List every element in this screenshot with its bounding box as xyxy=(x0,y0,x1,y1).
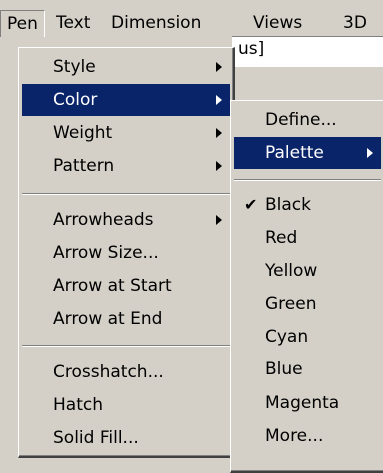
color-item-more-label: More... xyxy=(265,426,324,446)
color-item-cyan-label: Cyan xyxy=(265,327,309,347)
menu-views[interactable]: Views xyxy=(247,10,308,36)
menu-text[interactable]: Text xyxy=(50,10,96,36)
menu-item-style-label: Style xyxy=(53,57,96,77)
menu-item-crosshatch-label: Crosshatch... xyxy=(53,362,164,382)
menu-item-define-label: Define... xyxy=(265,110,337,130)
color-item-more[interactable]: More... xyxy=(234,420,381,452)
color-item-magenta[interactable]: Magenta xyxy=(234,387,381,419)
background-field-text: us] xyxy=(238,39,265,59)
color-item-green-label: Green xyxy=(265,294,317,314)
menu-item-solid-fill-label: Solid Fill... xyxy=(53,428,139,448)
menu-separator xyxy=(22,193,230,195)
menu-pen[interactable]: Pen xyxy=(0,10,45,37)
menu-item-weight[interactable]: Weight xyxy=(22,117,230,149)
menu-3d[interactable]: 3D xyxy=(337,10,373,36)
color-item-red[interactable]: Red xyxy=(234,222,381,254)
background-field: us] xyxy=(232,36,383,67)
submenu-arrow-icon xyxy=(216,161,222,171)
menu-item-arrow-size[interactable]: Arrow Size... xyxy=(22,237,230,269)
color-item-blue[interactable]: Blue xyxy=(234,353,381,385)
menu-item-style[interactable]: Style xyxy=(22,51,230,83)
menu-item-arrowheads-label: Arrowheads xyxy=(53,210,154,230)
color-item-yellow-label: Yellow xyxy=(265,261,318,281)
menu-item-arrow-at-start-label: Arrow at Start xyxy=(53,276,172,296)
menu-item-color[interactable]: Color xyxy=(22,84,230,116)
color-item-red-label: Red xyxy=(265,228,298,248)
menu-item-arrow-at-start[interactable]: Arrow at Start xyxy=(22,270,230,302)
checkmark-icon: ✔ xyxy=(244,195,258,214)
menu-item-arrowheads[interactable]: Arrowheads xyxy=(22,204,230,236)
menu-item-hatch[interactable]: Hatch xyxy=(22,389,230,421)
menu-item-solid-fill[interactable]: Solid Fill... xyxy=(22,422,230,454)
submenu-arrow-icon xyxy=(216,128,222,138)
menu-item-define[interactable]: Define... xyxy=(234,104,381,136)
submenu-arrow-icon xyxy=(216,95,222,105)
menu-item-palette-label: Palette xyxy=(265,143,324,163)
menu-dimension[interactable]: Dimension xyxy=(105,10,207,36)
menu-item-arrow-at-end-label: Arrow at End xyxy=(53,309,163,329)
menu-item-crosshatch[interactable]: Crosshatch... xyxy=(22,356,230,388)
color-submenu: Define... Palette ✔ Black Red Yellow Gree… xyxy=(230,100,383,473)
menu-item-palette[interactable]: Palette xyxy=(234,137,381,169)
color-item-yellow[interactable]: Yellow xyxy=(234,255,381,287)
menu-item-pattern[interactable]: Pattern xyxy=(22,150,230,182)
color-item-black[interactable]: ✔ Black xyxy=(234,189,381,221)
color-item-magenta-label: Magenta xyxy=(265,393,340,413)
submenu-arrow-icon xyxy=(216,62,222,72)
color-item-blue-label: Blue xyxy=(265,359,303,379)
menu-item-weight-label: Weight xyxy=(53,123,113,143)
menu-separator xyxy=(22,345,230,347)
menu-item-hatch-label: Hatch xyxy=(53,395,103,415)
color-item-black-label: Black xyxy=(265,195,311,215)
submenu-arrow-icon xyxy=(367,148,373,158)
pen-menu: Style Color Weight Pattern Arrowheads Ar… xyxy=(18,47,235,458)
menu-item-arrow-at-end[interactable]: Arrow at End xyxy=(22,303,230,335)
menu-separator xyxy=(234,179,381,181)
submenu-arrow-icon xyxy=(216,215,222,225)
color-item-green[interactable]: Green xyxy=(234,288,381,320)
menu-item-color-label: Color xyxy=(53,90,98,110)
menu-item-pattern-label: Pattern xyxy=(53,156,115,176)
color-item-cyan[interactable]: Cyan xyxy=(234,321,381,353)
menu-bar: Pen Text Dimension Views 3D xyxy=(0,0,383,37)
menu-item-arrow-size-label: Arrow Size... xyxy=(53,243,159,263)
